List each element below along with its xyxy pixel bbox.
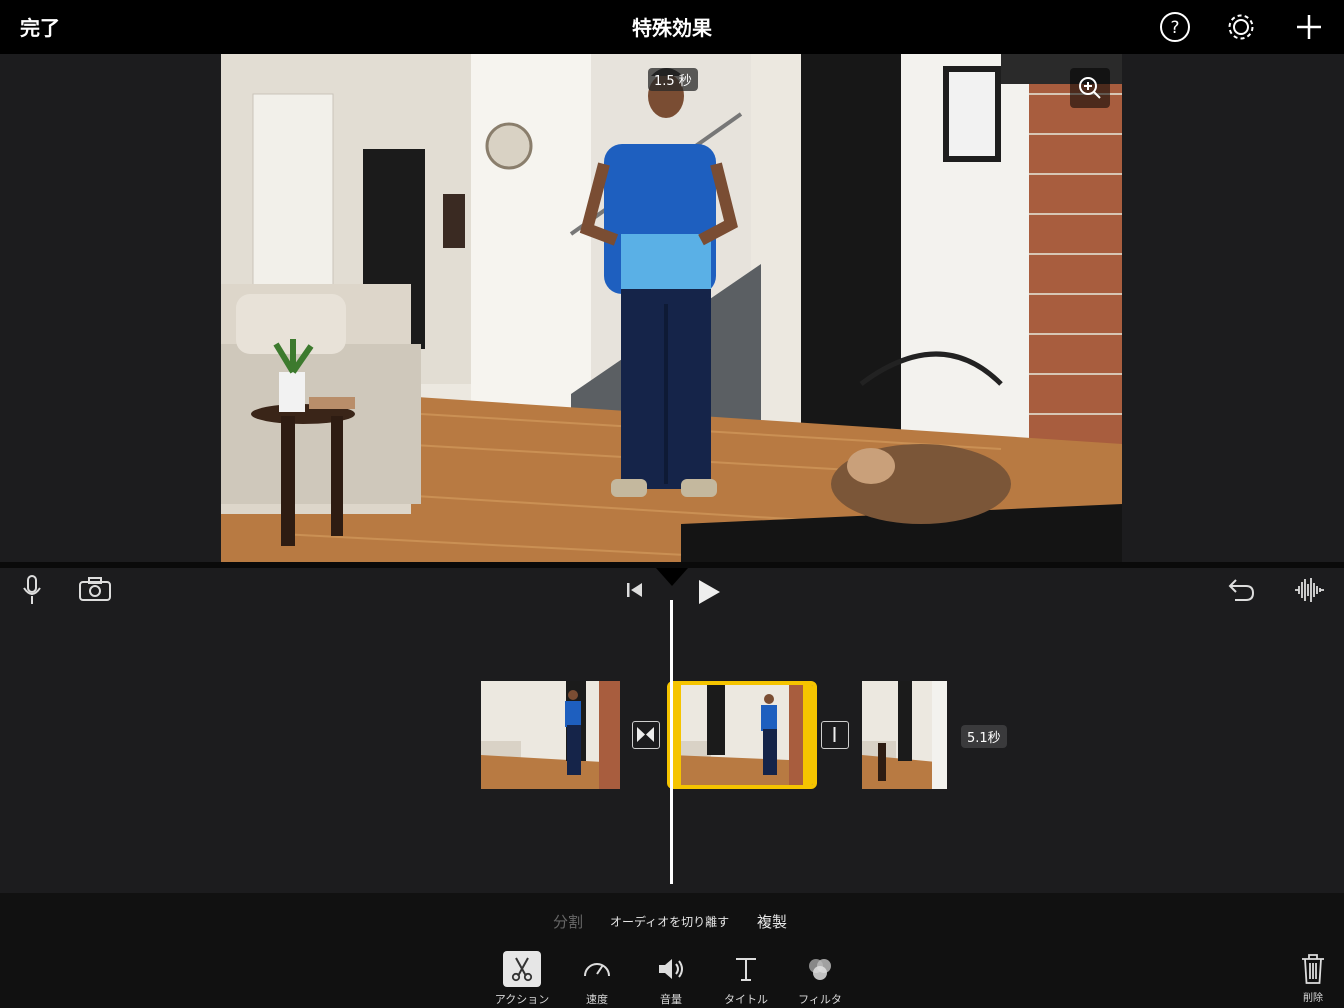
cross-dissolve-icon[interactable] <box>632 721 660 749</box>
add-plus-icon[interactable] <box>1292 10 1326 44</box>
trash-icon <box>1302 954 1324 984</box>
duplicate-action[interactable]: 複製 <box>757 911 787 932</box>
tool-volume[interactable]: 音量 <box>636 951 706 1006</box>
undo-icon[interactable] <box>1226 576 1256 604</box>
scissors-icon <box>503 951 541 987</box>
playhead-caret <box>656 568 688 586</box>
tool-label: フィルタ <box>798 993 842 1006</box>
zoom-in-icon[interactable] <box>1070 68 1110 108</box>
svg-text:?: ? <box>1170 18 1179 38</box>
split-action[interactable]: 分割 <box>553 911 583 932</box>
detach-audio-action[interactable]: オーディオを切り離す <box>610 913 729 930</box>
audio-waveform-icon[interactable] <box>1293 576 1325 604</box>
timeline-panel[interactable]: 5.1秒 <box>0 568 1344 893</box>
camera-icon[interactable] <box>78 576 112 602</box>
help-icon[interactable]: ? <box>1158 10 1192 44</box>
settings-gear-icon[interactable] <box>1224 10 1258 44</box>
speedometer-icon <box>578 951 616 987</box>
delete-button[interactable]: 削除 <box>1295 953 1331 1004</box>
video-frame-image <box>221 54 1122 562</box>
tool-filter[interactable]: フィルタ <box>785 951 855 1006</box>
tool-label: 音量 <box>660 993 682 1006</box>
clip-thumbnail <box>862 681 947 789</box>
tool-label: タイトル <box>724 993 768 1006</box>
title-t-icon <box>727 951 765 987</box>
tool-label: 速度 <box>586 993 608 1006</box>
filter-circles-icon <box>801 951 839 987</box>
timeline-clip[interactable] <box>481 681 620 789</box>
delete-label: 削除 <box>1303 993 1323 1004</box>
tool-speed[interactable]: 速度 <box>562 951 632 1006</box>
video-preview-frame[interactable]: 1.5 秒 <box>221 54 1122 562</box>
clip-thumbnail <box>481 681 620 789</box>
page-title: 特殊効果 <box>632 16 712 40</box>
selected-timeline-clip[interactable] <box>667 681 817 789</box>
tool-label: アクション <box>494 993 550 1006</box>
preview-duration-badge: 1.5 秒 <box>648 68 698 91</box>
bottom-toolbar: 分割 オーディオを切り離す 複製 アクション 速度 音量 タイトル フィルタ 削… <box>0 893 1344 1008</box>
clip-thumbnail <box>671 685 813 785</box>
skip-to-start-icon[interactable] <box>624 580 646 600</box>
timeline-clip[interactable] <box>862 681 947 789</box>
play-icon[interactable] <box>696 578 722 606</box>
speaker-icon <box>652 951 690 987</box>
microphone-icon[interactable] <box>22 574 42 606</box>
video-preview-area: 1.5 秒 <box>0 54 1344 564</box>
tool-title[interactable]: タイトル <box>711 951 781 1006</box>
clip-duration-label: 5.1秒 <box>961 725 1007 748</box>
tool-action[interactable]: アクション <box>487 951 557 1006</box>
top-bar: 完了 特殊効果 ? <box>0 0 1344 54</box>
clip-action-row: 分割 オーディオを切り離す 複製 <box>0 911 1344 931</box>
playhead[interactable] <box>670 600 673 884</box>
no-transition-icon[interactable] <box>821 721 849 749</box>
